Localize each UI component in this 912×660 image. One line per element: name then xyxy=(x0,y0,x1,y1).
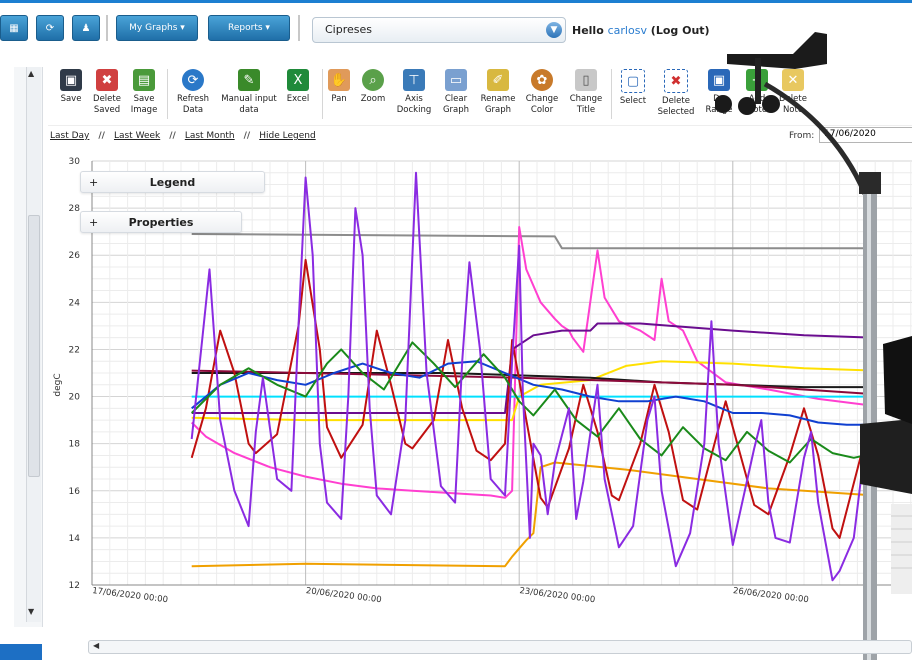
y-tick-label: 20 xyxy=(69,393,81,403)
y-axis-label: degC xyxy=(53,373,63,396)
legend-title: Legend xyxy=(149,176,196,189)
y-tick-label: 28 xyxy=(69,204,81,214)
corner-accent xyxy=(0,644,42,660)
legend-panel-toggle[interactable]: + Legend xyxy=(80,171,265,193)
horizontal-scrollbar[interactable]: ◀ xyxy=(88,640,912,654)
y-tick-label: 18 xyxy=(69,440,81,450)
y-tick-label: 12 xyxy=(69,581,80,591)
properties-panel-toggle[interactable]: + Properties xyxy=(80,211,242,233)
y-tick-label: 24 xyxy=(69,298,81,308)
properties-title: Properties xyxy=(128,216,194,229)
weather-station-image xyxy=(715,32,912,660)
y-tick-label: 30 xyxy=(69,157,81,167)
y-tick-label: 26 xyxy=(69,251,81,261)
x-tick-label: 17/06/2020 00:00 xyxy=(92,586,169,605)
y-tick-label: 22 xyxy=(69,345,80,355)
x-axis-ticks: 17/06/2020 00:00 20/06/2020 00:00 23/06/20… xyxy=(92,586,810,605)
x-tick-label: 23/06/2020 00:00 xyxy=(519,586,596,605)
scroll-left-icon[interactable]: ◀ xyxy=(93,641,99,650)
y-tick-label: 16 xyxy=(69,487,81,497)
x-tick-label: 20/06/2020 00:00 xyxy=(305,586,382,605)
y-tick-label: 14 xyxy=(69,534,81,544)
y-axis-ticks: 12 14 16 18 20 22 24 26 28 30 xyxy=(69,157,81,591)
